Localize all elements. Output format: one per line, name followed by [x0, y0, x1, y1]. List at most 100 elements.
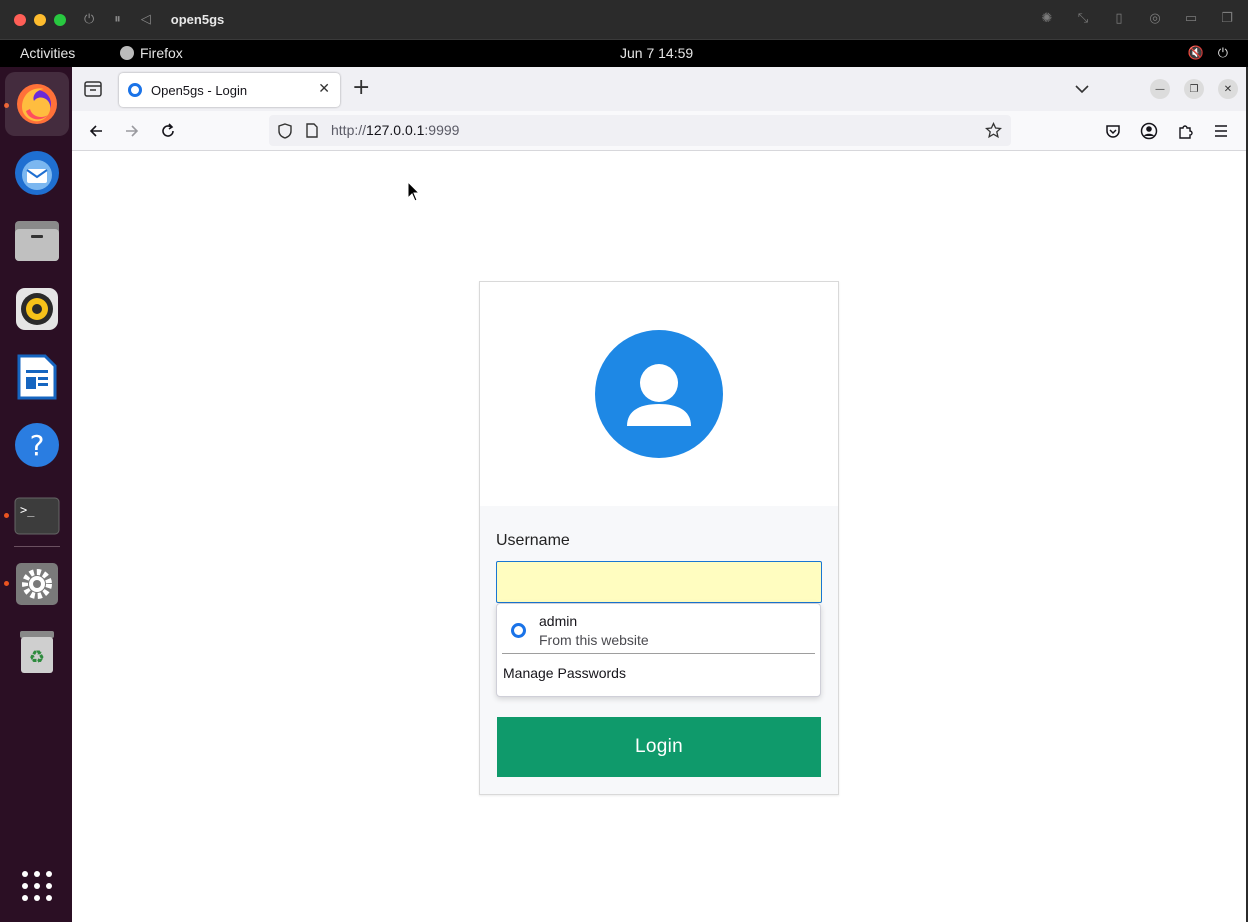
site-favicon-icon	[511, 623, 526, 638]
app-menu-label: Firefox	[140, 45, 183, 61]
terminal-icon: >_	[14, 497, 60, 535]
pause-icon[interactable]: ⏸	[114, 12, 121, 27]
power-icon[interactable]: ⏻	[84, 12, 94, 27]
tab-strip: Open5gs - Login ✕ + — ❐ ✕	[72, 67, 1246, 111]
reload-button[interactable]	[157, 120, 179, 142]
open5gs-favicon-icon	[128, 83, 142, 97]
arrow-left-icon	[89, 125, 102, 137]
firefox-view-icon	[84, 81, 102, 97]
page-info-icon[interactable]	[306, 123, 318, 142]
firefox-icon	[17, 84, 57, 124]
bookmark-star-icon[interactable]	[984, 121, 1003, 143]
vm-controls: ⏻ ⏸ ◁	[84, 12, 151, 27]
pocket-button[interactable]	[1102, 120, 1124, 142]
pocket-icon	[1106, 125, 1120, 138]
navigation-toolbar: http://127.0.0.1:9999	[72, 111, 1246, 151]
reload-icon	[162, 123, 174, 137]
extensions-button[interactable]	[1174, 120, 1196, 142]
autocomplete-source: From this website	[539, 632, 649, 648]
rhythmbox-icon	[16, 288, 58, 330]
resize-icon[interactable]: ⤡	[1076, 12, 1090, 26]
thunderbird-icon	[15, 151, 59, 195]
close-tab-icon[interactable]: ✕	[318, 81, 330, 97]
url-bar[interactable]: http://127.0.0.1:9999	[269, 115, 1011, 146]
url-prefix: http://	[331, 122, 367, 138]
dock-firefox[interactable]	[5, 72, 69, 136]
manage-passwords-link[interactable]: Manage Passwords	[503, 665, 626, 681]
list-all-tabs-button[interactable]	[1074, 79, 1090, 98]
running-indicator	[4, 513, 9, 518]
clock[interactable]: Jun 7 14:59	[620, 45, 693, 61]
autocomplete-item-admin[interactable]: admin From this website	[497, 604, 820, 654]
username-input[interactable]	[496, 561, 822, 603]
back-icon[interactable]: ◁	[141, 12, 151, 27]
url-text[interactable]: http://127.0.0.1:9999	[331, 122, 459, 138]
firefox-view-button[interactable]	[80, 76, 106, 102]
vm-toolbar-right: ✺ ⤡ ▯ ◎ ▭ ❐	[1040, 12, 1234, 26]
system-tray[interactable]: 🔇 ⏻	[1188, 45, 1228, 61]
account-icon	[1140, 122, 1158, 140]
writer-icon	[17, 354, 57, 400]
volume-muted-icon: 🔇	[1187, 45, 1204, 60]
autocomplete-username: admin	[539, 613, 578, 629]
svg-text:>_: >_	[20, 503, 35, 517]
dock-thunderbird[interactable]	[13, 149, 61, 197]
activities-button[interactable]: Activities	[20, 45, 75, 61]
tab-title: Open5gs - Login	[151, 82, 248, 98]
vm-title-bar: ⏻ ⏸ ◁ open5gs ✺ ⤡ ▯ ◎ ▭ ❐	[0, 0, 1248, 40]
close-button[interactable]: ✕	[1218, 79, 1238, 99]
puzzle-icon	[1179, 125, 1193, 139]
new-tab-button[interactable]: +	[352, 77, 370, 99]
dock-files[interactable]	[13, 217, 61, 265]
back-button[interactable]	[85, 120, 107, 142]
arrow-right-icon	[126, 125, 139, 137]
user-avatar-icon	[595, 330, 723, 458]
restore-button[interactable]: ❐	[1184, 79, 1204, 99]
zoom-window-button[interactable]	[54, 13, 66, 26]
window-controls	[14, 13, 66, 26]
autocomplete-popup: admin From this website Manage Passwords	[496, 603, 821, 697]
hamburger-menu-icon	[1215, 125, 1227, 137]
folder-icon[interactable]: ▭	[1184, 12, 1198, 26]
gnome-top-bar: Activities Firefox Jun 7 14:59 🔇 ⏻	[0, 40, 1248, 67]
app-menu-button[interactable]	[1210, 120, 1232, 142]
running-indicator	[4, 581, 9, 586]
usb-icon[interactable]: ▯	[1112, 12, 1126, 26]
login-card: Username admin From this website Manage …	[479, 281, 839, 795]
url-host: 127.0.0.1	[366, 122, 425, 138]
dock-trash[interactable]: ♻	[13, 628, 61, 676]
dock-rhythmbox[interactable]	[13, 285, 61, 333]
window-icon[interactable]: ❐	[1220, 12, 1234, 26]
power-menu-icon: ⏻	[1217, 45, 1228, 60]
url-port: :9999	[424, 122, 460, 138]
tracking-protection-icon[interactable]	[278, 123, 292, 143]
brightness-icon[interactable]: ✺	[1040, 12, 1054, 26]
dock-writer[interactable]	[13, 353, 61, 401]
dock: ? >_ ♻	[0, 67, 72, 922]
autocomplete-separator	[502, 653, 815, 654]
minimize-button[interactable]: —	[1150, 79, 1170, 99]
files-icon	[15, 221, 59, 261]
forward-button[interactable]	[121, 120, 143, 142]
chevron-down-icon	[1075, 85, 1089, 94]
help-icon: ?	[15, 423, 59, 467]
username-label: Username	[496, 532, 570, 549]
mouse-cursor-icon	[407, 181, 421, 202]
svg-text:♻: ♻	[29, 647, 45, 668]
network-icon[interactable]: ◎	[1148, 12, 1162, 26]
app-grid-icon	[22, 871, 52, 901]
svg-text:?: ?	[30, 429, 45, 462]
login-card-header	[480, 282, 838, 506]
tab-open5gs-login[interactable]: Open5gs - Login ✕	[119, 73, 340, 107]
login-button[interactable]: Login	[497, 717, 821, 777]
firefox-icon	[120, 46, 134, 60]
dock-settings[interactable]	[13, 560, 61, 608]
account-button[interactable]	[1138, 120, 1160, 142]
minimize-window-button[interactable]	[34, 13, 46, 26]
firefox-window: Open5gs - Login ✕ + — ❐ ✕ http://127.0.0…	[72, 67, 1246, 922]
dock-terminal[interactable]: >_	[13, 492, 61, 540]
dock-help[interactable]: ?	[13, 421, 61, 469]
app-menu[interactable]: Firefox	[120, 45, 183, 61]
dock-show-apps[interactable]	[13, 862, 61, 910]
close-window-button[interactable]	[14, 13, 26, 26]
